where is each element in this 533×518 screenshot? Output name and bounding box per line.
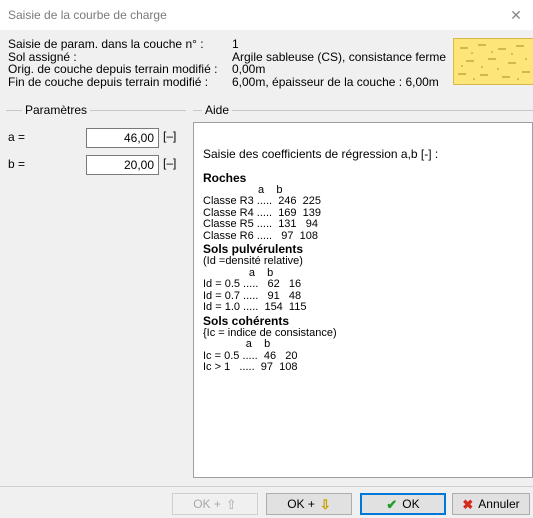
soil-pattern-swatch xyxy=(453,38,533,85)
ok-up-button[interactable]: OK + ⇧ xyxy=(172,493,258,515)
cancel-label: Annuler xyxy=(478,497,520,511)
dialog-window: Saisie de la courbe de charge ✕ Saisie d… xyxy=(0,0,533,518)
close-icon[interactable]: ✕ xyxy=(505,5,527,25)
b-input[interactable] xyxy=(86,155,159,175)
help-content: Saisie des coefficients de régression a,… xyxy=(203,135,438,397)
a-unit: [–] xyxy=(163,129,177,143)
section-heading-coherents: Sols cohérents xyxy=(203,313,290,328)
section-heading-roches: Roches xyxy=(203,170,247,185)
b-unit: [–] xyxy=(163,156,177,170)
info-label: Fin de couche depuis terrain modifié : xyxy=(8,74,209,89)
ok-down-label: OK + xyxy=(287,497,315,511)
title-bar[interactable]: Saisie de la courbe de charge ✕ xyxy=(0,0,533,30)
a-input[interactable] xyxy=(86,128,159,148)
help-panel[interactable]: Saisie des coefficients de régression a,… xyxy=(193,122,533,478)
section-heading-pulverulents: Sols pulvérulents xyxy=(203,242,304,256)
arrow-up-icon: ⇧ xyxy=(225,496,237,512)
ok-button[interactable]: ✔ OK xyxy=(360,493,446,515)
button-separator xyxy=(0,486,533,487)
checkmark-icon: ✔ xyxy=(386,496,398,512)
coherents-table: {Ic = indice de consistance) a b Ic = 0.… xyxy=(203,326,337,373)
info-label: Saisie de param. dans la couche n° : xyxy=(8,37,204,51)
ok-down-button[interactable]: OK + ⇩ xyxy=(266,493,352,515)
aide-group-line xyxy=(193,110,533,111)
arrow-down-icon: ⇩ xyxy=(319,496,331,512)
ok-up-label: OK + xyxy=(193,497,221,511)
ok-label: OK xyxy=(402,497,420,511)
info-value: 1 xyxy=(232,37,239,51)
roches-table: a b Classe R3 ..... 246 225 Classe R4 ..… xyxy=(203,183,322,242)
info-label: Orig. de couche depuis terrain modifié : xyxy=(8,62,218,76)
pulverulents-table: (Id =densité relative) a b Id = 0.5 ....… xyxy=(203,255,307,313)
b-label: b = xyxy=(8,157,26,171)
window-title: Saisie de la courbe de charge xyxy=(8,8,167,22)
a-label: a = xyxy=(8,130,26,144)
cancel-button[interactable]: ✖ Annuler xyxy=(452,493,530,515)
aide-legend: Aide xyxy=(202,103,233,117)
parameters-legend: Paramètres xyxy=(22,103,91,117)
help-intro: Saisie des coefficients de régression a,… xyxy=(203,146,439,161)
info-value: 6,00m, épaisseur de la couche : 6,00m xyxy=(232,74,439,89)
cancel-x-icon: ✖ xyxy=(462,496,474,512)
info-value: 0,00m xyxy=(232,62,266,76)
